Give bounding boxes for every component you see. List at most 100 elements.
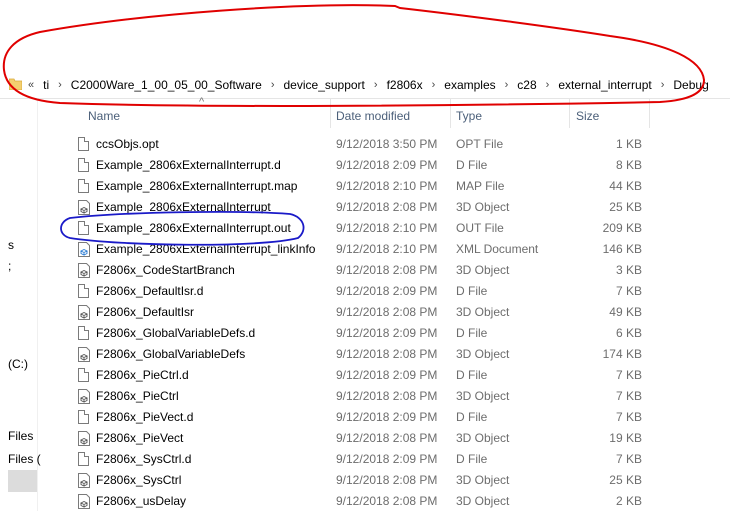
file-size: 44 KB <box>609 179 642 193</box>
file-date: 9/12/2018 2:08 PM <box>336 347 438 361</box>
column-divider[interactable] <box>569 98 570 128</box>
breadcrumb-separator-icon[interactable]: › <box>505 79 509 91</box>
column-divider[interactable] <box>649 98 650 128</box>
breadcrumb-separator-icon[interactable]: › <box>58 79 62 91</box>
document-icon <box>78 410 89 424</box>
nav-item-files-2[interactable]: Files ( <box>8 452 41 466</box>
file-type: 3D Object <box>456 494 510 508</box>
file-date: 9/12/2018 2:09 PM <box>336 284 438 298</box>
file-row[interactable]: F2806x_DefaultIsr.d 9/12/2018 2:09 PM D Fi… <box>66 281 730 302</box>
file-type: D File <box>456 452 488 466</box>
file-name: ccsObjs.opt <box>96 137 159 151</box>
file-type: 3D Object <box>456 263 510 277</box>
file-name: F2806x_CodeStartBranch <box>96 263 235 277</box>
file-row[interactable]: ccsObjs.opt 9/12/2018 3:50 PM OPT File 1 KB <box>66 134 730 155</box>
file-row[interactable]: Example_2806xExternalInterrupt 9/12/2018 … <box>66 197 730 218</box>
file-row[interactable]: F2806x_GlobalVariableDefs 9/12/2018 2:08 … <box>66 344 730 365</box>
file-date: 9/12/2018 2:08 PM <box>336 200 438 214</box>
document-icon <box>78 221 89 235</box>
file-date: 9/12/2018 2:09 PM <box>336 326 438 340</box>
breadcrumb-separator-icon[interactable]: › <box>661 79 665 91</box>
breadcrumb-item[interactable]: f2806x <box>387 78 423 92</box>
sort-ascending-icon: ^ <box>199 96 205 108</box>
file-type: OUT File <box>456 221 504 235</box>
file-row[interactable]: Example_2806xExternalInterrupt_linkInfo 9… <box>66 239 730 260</box>
file-row[interactable]: F2806x_PieCtrl.d 9/12/2018 2:09 PM D File 7… <box>66 365 730 386</box>
column-divider[interactable] <box>330 98 331 128</box>
file-name: Example_2806xExternalInterrupt.map <box>96 179 298 193</box>
column-size[interactable]: Size <box>576 109 599 123</box>
address-bar[interactable]: « ti › C2000Ware_1_00_05_00_Software › devic… <box>0 72 730 99</box>
3d-object-icon <box>78 389 90 404</box>
overflow-chevron-icon[interactable]: « <box>28 79 34 91</box>
file-name: Example_2806xExternalInterrupt.out <box>96 221 291 235</box>
file-size: 25 KB <box>609 200 642 214</box>
file-size: 7 KB <box>615 410 642 424</box>
breadcrumb-separator-icon[interactable]: › <box>374 79 378 91</box>
file-row[interactable]: Example_2806xExternalInterrupt.out 9/12/2… <box>66 218 730 239</box>
nav-item-files[interactable]: Files <box>8 429 33 443</box>
3d-object-icon <box>78 473 90 488</box>
breadcrumb-item[interactable]: c28 <box>517 78 536 92</box>
file-row[interactable]: F2806x_SysCtrl 9/12/2018 2:08 PM 3D Object… <box>66 470 730 491</box>
file-size: 7 KB <box>615 368 642 382</box>
file-type: 3D Object <box>456 305 510 319</box>
file-date: 9/12/2018 2:09 PM <box>336 368 438 382</box>
breadcrumb-separator-icon[interactable]: › <box>271 79 275 91</box>
file-row[interactable]: F2806x_SysCtrl.d 9/12/2018 2:09 PM D File 7… <box>66 449 730 470</box>
file-row[interactable]: F2806x_PieVect 9/12/2018 2:08 PM 3D Object… <box>66 428 730 449</box>
file-size: 6 KB <box>615 326 642 340</box>
breadcrumb-item[interactable]: examples <box>444 78 495 92</box>
file-name: Example_2806xExternalInterrupt_linkInfo <box>96 242 316 256</box>
file-name: F2806x_SysCtrl.d <box>96 452 192 466</box>
file-type: D File <box>456 284 488 298</box>
3d-object-icon <box>78 431 90 446</box>
file-row[interactable]: F2806x_GlobalVariableDefs.d 9/12/2018 2:0… <box>66 323 730 344</box>
breadcrumb-item[interactable]: C2000Ware_1_00_05_00_Software <box>71 78 262 92</box>
file-list: ccsObjs.opt 9/12/2018 3:50 PM OPT File 1 KB… <box>66 134 730 512</box>
navigation-pane <box>0 98 66 511</box>
file-type: D File <box>456 158 488 172</box>
breadcrumb-item[interactable]: device_support <box>284 78 365 92</box>
file-name: Example_2806xExternalInterrupt <box>96 200 271 214</box>
file-row[interactable]: F2806x_DefaultIsr 9/12/2018 2:08 PM 3D Obj… <box>66 302 730 323</box>
file-type: 3D Object <box>456 200 510 214</box>
breadcrumb-separator-icon[interactable]: › <box>546 79 550 91</box>
file-type: 3D Object <box>456 389 510 403</box>
breadcrumb-item[interactable]: external_interrupt <box>558 78 651 92</box>
file-size: 19 KB <box>609 431 642 445</box>
file-row[interactable]: F2806x_usDelay 9/12/2018 2:08 PM 3D Object… <box>66 491 730 512</box>
file-date: 9/12/2018 2:08 PM <box>336 473 438 487</box>
file-name: F2806x_GlobalVariableDefs.d <box>96 326 256 340</box>
column-type[interactable]: Type <box>456 109 482 123</box>
file-name: F2806x_PieVect.d <box>96 410 194 424</box>
file-type: 3D Object <box>456 347 510 361</box>
nav-item[interactable]: ; <box>8 259 11 273</box>
file-date: 9/12/2018 2:08 PM <box>336 431 438 445</box>
file-size: 2 KB <box>615 494 642 508</box>
column-date-modified[interactable]: Date modified <box>336 109 410 123</box>
file-date: 9/12/2018 2:09 PM <box>336 410 438 424</box>
column-name[interactable]: Name <box>88 109 120 123</box>
file-date: 9/12/2018 2:09 PM <box>336 158 438 172</box>
nav-scrollbar-thumb[interactable] <box>8 470 37 492</box>
nav-scrollbar-track[interactable] <box>37 98 38 511</box>
file-row[interactable]: F2806x_CodeStartBranch 9/12/2018 2:08 PM 3… <box>66 260 730 281</box>
file-size: 7 KB <box>615 452 642 466</box>
3d-object-icon <box>78 494 90 509</box>
file-row[interactable]: F2806x_PieVect.d 9/12/2018 2:09 PM D File 7… <box>66 407 730 428</box>
file-row[interactable]: Example_2806xExternalInterrupt.map 9/12/2… <box>66 176 730 197</box>
file-name: F2806x_usDelay <box>96 494 187 508</box>
breadcrumb-item[interactable]: Debug <box>673 78 708 92</box>
file-type: 3D Object <box>456 431 510 445</box>
breadcrumb-separator-icon[interactable]: › <box>432 79 436 91</box>
file-type: OPT File <box>456 137 504 151</box>
file-name: F2806x_PieCtrl.d <box>96 368 189 382</box>
file-row[interactable]: F2806x_PieCtrl 9/12/2018 2:08 PM 3D Object… <box>66 386 730 407</box>
nav-item[interactable]: s <box>8 238 14 252</box>
column-divider[interactable] <box>450 98 451 128</box>
file-row[interactable]: Example_2806xExternalInterrupt.d 9/12/201… <box>66 155 730 176</box>
nav-item-drive-c[interactable]: (C:) <box>8 357 28 371</box>
breadcrumb-item[interactable]: ti <box>43 78 49 92</box>
file-date: 9/12/2018 2:08 PM <box>336 494 438 508</box>
